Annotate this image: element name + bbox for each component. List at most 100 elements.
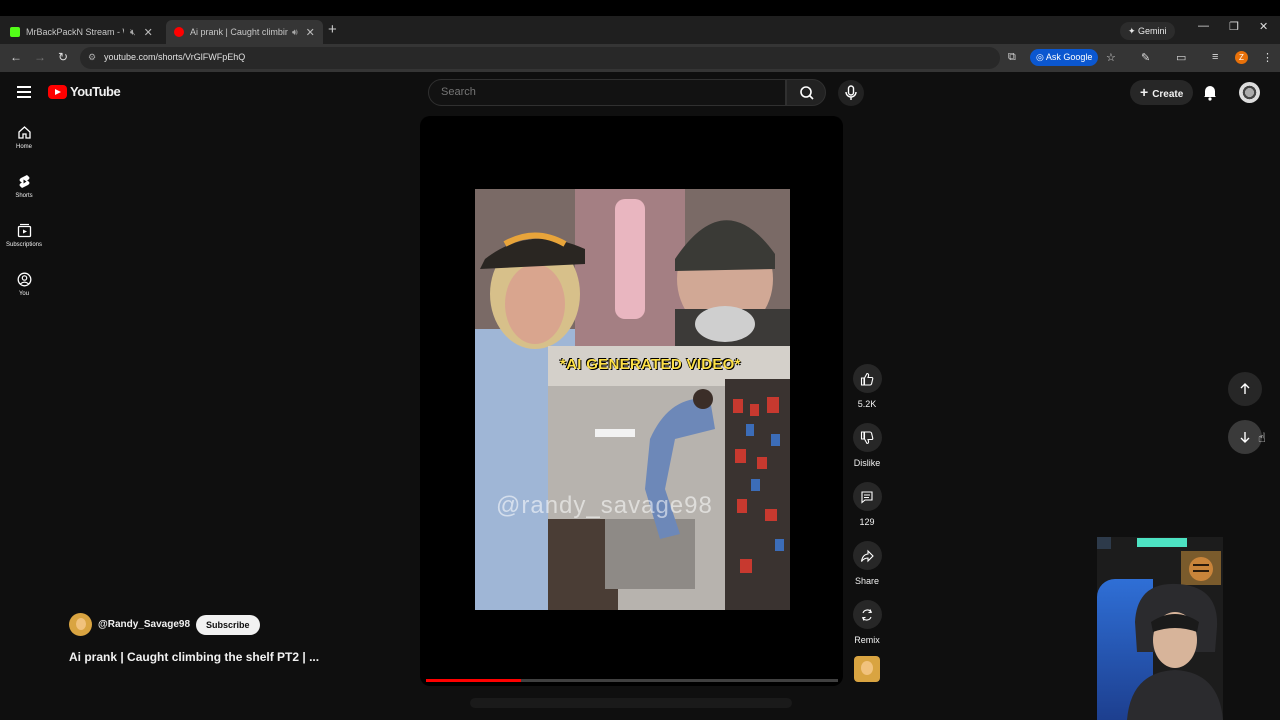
bookmark-star-icon[interactable]: ☆ [1106,51,1116,64]
muted-speaker-icon[interactable]: 🔇︎ [130,27,136,38]
subscriptions-icon [17,223,31,238]
home-icon [17,126,31,139]
youtube-play-logo-icon [48,84,67,99]
sidebar-item-shorts[interactable]: Shorts [0,169,48,218]
tab-title: Ai prank | Caught climbing [190,27,288,37]
notifications-bell-icon[interactable] [1202,84,1218,101]
site-info-icon[interactable]: ⚙ [88,52,98,62]
hand-cursor-icon: ☝︎ [1258,430,1266,445]
tiger-poster-image [1181,551,1221,585]
plus-icon: + [1140,84,1149,100]
next-short-button[interactable] [1228,420,1262,454]
dislike-circle [852,423,882,452]
share-circle [852,541,882,570]
search-input[interactable] [441,86,741,98]
restore-icon[interactable]: ❐ [1229,20,1239,33]
create-label: Create [1152,89,1184,100]
video-watermark: @randy_savage98 [496,492,713,519]
video-progress-bar[interactable] [426,679,838,682]
remix-button[interactable]: Remix [849,600,885,659]
share-label: Share [854,576,880,586]
hamburger-menu-icon[interactable] [17,86,31,98]
video-title[interactable]: Ai prank | Caught climbing the shelf PT2… [69,650,319,664]
video-scene [475,189,790,610]
browser-tab-youtube[interactable]: Ai prank | Caught climbing 🔊︎ ✕ [166,20,323,44]
search-button[interactable] [786,79,826,106]
shorts-action-bar: 5.2K Dislike 129 Share Remix [849,364,885,659]
subscribe-button[interactable]: Subscribe [196,614,260,635]
extensions-icon[interactable]: ✎ [1141,51,1150,64]
dislike-button[interactable]: Dislike [849,423,885,482]
youtube-wordmark: YouTube [70,84,121,99]
search-icon [800,86,814,100]
channel-row: @Randy_Savage98 Subscribe [69,613,260,636]
remix-icon [861,608,873,621]
youtube-logo[interactable]: YouTube [48,84,121,99]
thumbs-down-icon [860,430,874,444]
user-circle-icon [17,272,31,287]
profile-avatar[interactable]: Z [1235,51,1248,64]
like-count: 5.2K [857,399,877,409]
dislike-label: Dislike [853,458,881,468]
previous-short-button[interactable] [1228,372,1262,406]
player-bottom-overlay [470,698,792,708]
arrow-down-icon [1240,432,1250,443]
speaker-icon[interactable]: 🔊︎ [292,27,298,38]
forward-icon[interactable]: → [34,50,46,64]
arrow-up-icon [1240,383,1250,394]
tab-title: MrBackPackN Stream - Wat [26,27,124,37]
microphone-icon [845,85,857,100]
browser-menu-icon[interactable]: ⋮ [1262,51,1273,64]
video-frame-image [475,189,790,610]
reading-list-icon[interactable]: ≡ [1212,51,1218,63]
ask-google-button[interactable]: ◎ Ask Google [1030,49,1099,66]
streamer-webcam-overlay [1097,537,1223,720]
channel-handle[interactable]: @Randy_Savage98 [98,619,190,630]
close-window-icon[interactable]: ✕ [1259,20,1268,33]
kick-favicon-icon [10,27,20,37]
sidebar-item-label: You [18,291,30,297]
browser-toolbar: ← → ↻ ⚙ youtube.com/shorts/VrGlFWFpEhQ ⧉… [0,44,1280,72]
youtube-header: YouTube +Create [0,72,1280,114]
gemini-button[interactable]: ✦ Gemini [1120,22,1175,40]
split-view-icon[interactable]: ▭ [1176,51,1186,64]
ask-google-label: Ask Google [1045,52,1093,62]
thumbs-up-icon [860,372,874,386]
voice-search-button[interactable] [838,80,864,106]
sidebar-item-home[interactable]: Home [0,120,48,169]
address-bar[interactable]: ⚙ youtube.com/shorts/VrGlFWFpEhQ [80,47,1000,69]
back-icon[interactable]: ← [10,50,22,64]
share-button[interactable]: Share [849,541,885,600]
streamer-person [1127,583,1223,720]
like-button[interactable]: 5.2K [849,364,885,423]
ai-generated-banner: *AI GENERATED VIDEO* [560,356,741,373]
comment-icon [861,490,873,504]
create-button[interactable]: + Create [1130,80,1194,105]
url-text: youtube.com/shorts/VrGlFWFpEhQ [104,52,246,62]
new-tab-button[interactable]: + [328,21,337,38]
browser-tab-strip: MrBackPackN Stream - Wat 🔇︎ ✕ Ai prank |… [0,0,1280,44]
browser-tab-kick[interactable]: MrBackPackN Stream - Wat 🔇︎ ✕ [10,20,153,44]
close-tab-icon[interactable]: ✕ [306,26,315,39]
install-app-icon[interactable]: ⧉ [1008,51,1016,64]
account-avatar[interactable] [1239,82,1260,103]
sidebar-item-label: Subscriptions [5,242,43,248]
share-arrow-icon [860,549,874,562]
video-progress-fill [426,679,521,682]
minimize-icon[interactable]: — [1198,20,1209,32]
mini-guide-sidebar: Home Shorts Subscriptions You [0,120,48,316]
remix-label: Remix [854,635,880,645]
reload-icon[interactable]: ↻ [58,50,68,64]
sidebar-item-subscriptions[interactable]: Subscriptions [0,218,48,267]
search-box [428,79,786,106]
close-tab-icon[interactable]: ✕ [144,26,153,39]
sound-source-thumbnail[interactable] [854,656,880,682]
youtube-favicon-icon [174,27,184,37]
comment-count: 129 [859,517,875,527]
channel-avatar[interactable] [69,613,92,636]
like-circle [852,364,882,393]
comments-button[interactable]: 129 [849,482,885,541]
sidebar-item-you[interactable]: You [0,267,48,316]
shorts-icon [19,175,29,188]
gemini-label: Gemini [1138,26,1167,36]
